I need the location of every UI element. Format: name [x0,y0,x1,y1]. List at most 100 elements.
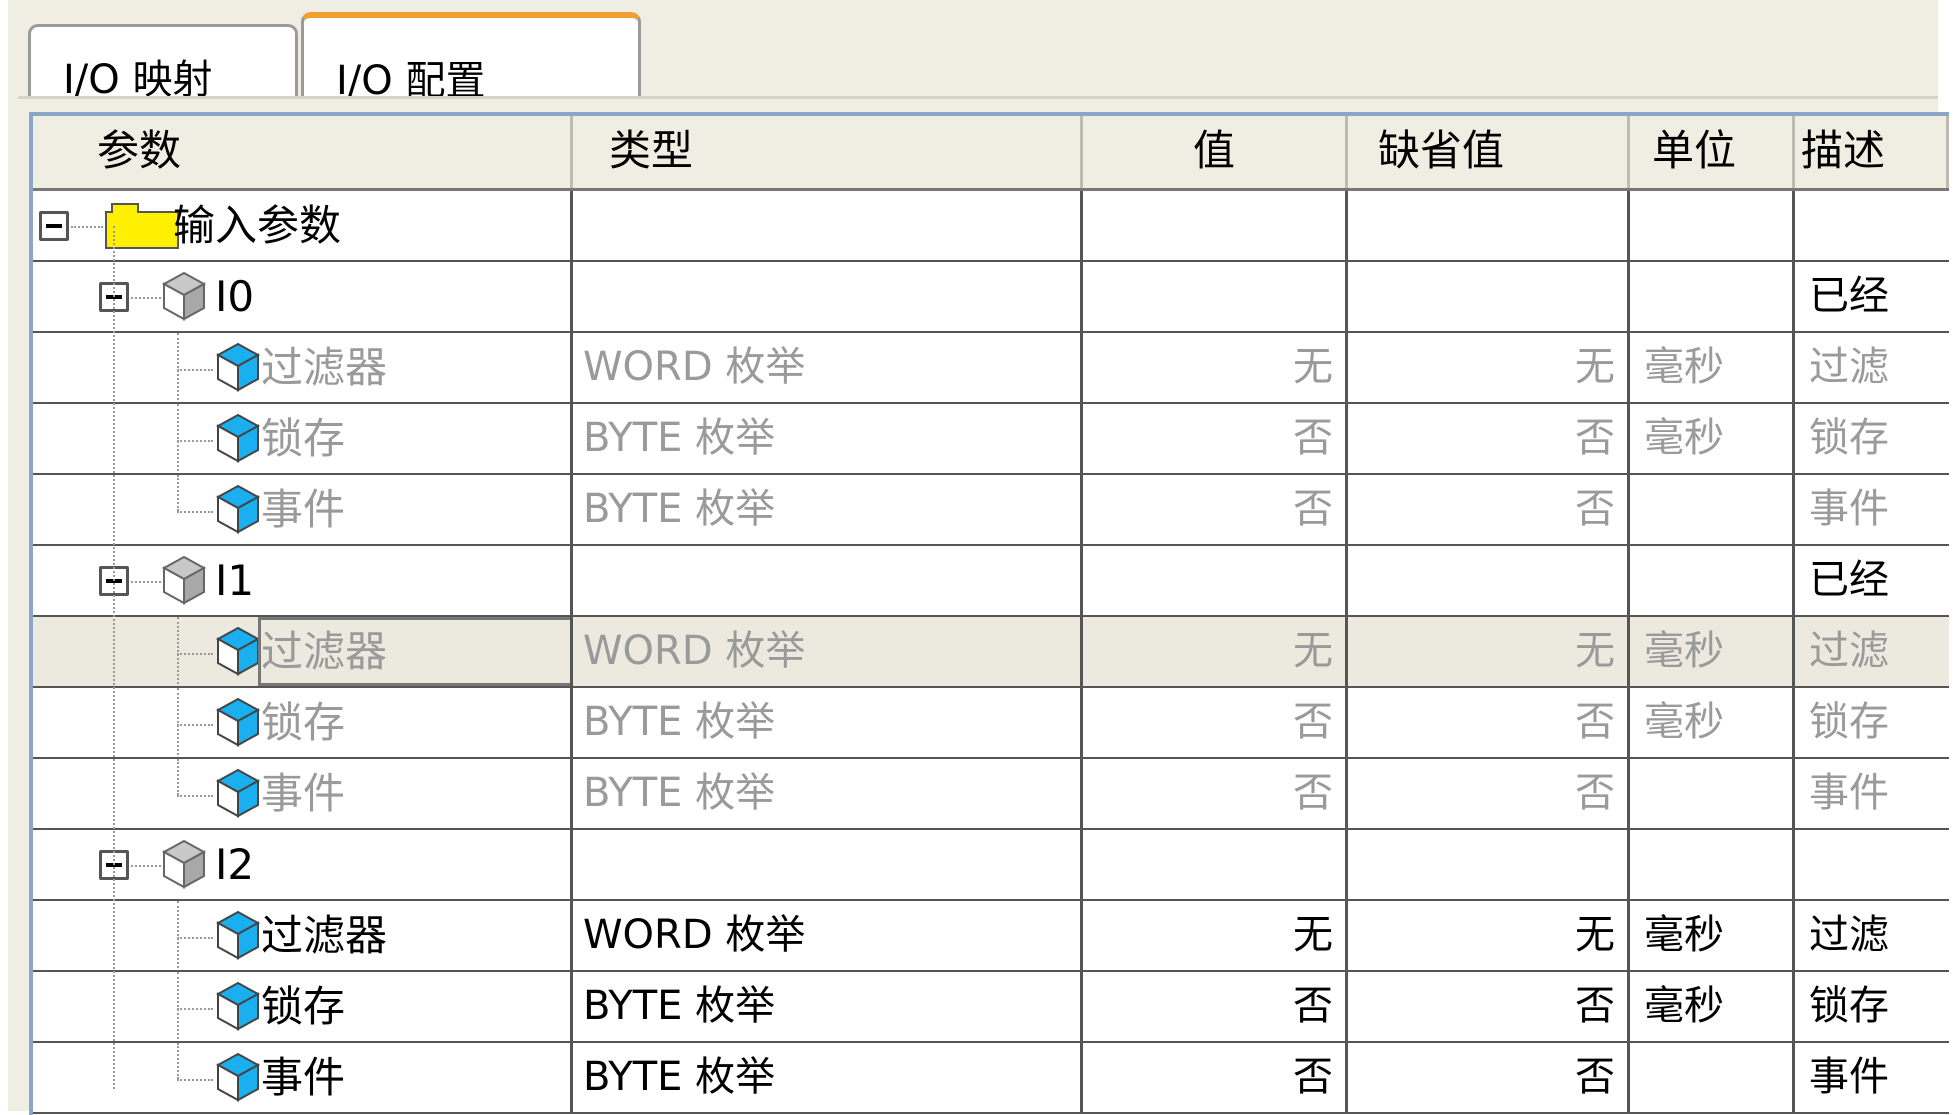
tab-divider [18,96,1938,99]
tree-row-param[interactable]: 锁存 BYTE 枚举否否毫秒 锁存 [33,688,1949,759]
tree-connector [177,1008,213,1010]
blue-cube-icon [215,484,261,534]
tree-row-group[interactable]: I1 已经 [33,546,1949,617]
tree-connector [177,1079,213,1081]
tree-connector [177,333,179,402]
tree-row-param[interactable]: 锁存 BYTE 枚举否否毫秒 锁存 [33,404,1949,475]
column-header-desc[interactable]: 描述 [1795,116,1949,188]
type-cell [573,830,1083,899]
type-cell: BYTE 枚举 [573,759,1083,828]
desc-cell: 过滤 [1809,912,1889,958]
folder-icon [105,203,179,249]
value-cell[interactable]: 无 [1083,333,1348,402]
desc-cell: 事件 [1809,1054,1889,1100]
tree-label-group: I1 [215,556,255,605]
collapse-icon[interactable] [39,211,69,241]
value-cell[interactable]: 否 [1083,1043,1348,1112]
tree-row-param[interactable]: 事件 BYTE 枚举否否事件 [33,475,1949,546]
column-header-default[interactable]: 缺省值 [1348,116,1630,188]
value-cell[interactable]: 否 [1083,972,1348,1041]
default-cell [1348,262,1630,331]
blue-cube-icon [215,910,261,960]
blue-cube-icon [215,697,261,747]
unit-cell: 毫秒 [1630,617,1795,686]
desc-cell: 过滤 [1809,628,1889,674]
value-cell[interactable] [1083,546,1348,615]
default-cell: 否 [1348,404,1630,473]
type-cell: BYTE 枚举 [573,1043,1083,1112]
column-header-unit[interactable]: 单位 [1630,116,1795,188]
value-cell[interactable]: 否 [1083,688,1348,757]
desc-cell [1795,191,1949,260]
gray-cube-icon [161,555,207,605]
unit-cell [1630,262,1795,331]
value-cell[interactable] [1083,830,1348,899]
unit-cell: 毫秒 [1630,901,1795,970]
value-cell[interactable]: 否 [1083,759,1348,828]
tree-row-param[interactable]: 事件 BYTE 枚举否否事件 [33,759,1949,830]
unit-cell: 毫秒 [1630,333,1795,402]
unit-cell [1630,759,1795,828]
tree-row-root[interactable]: 输入参数 [33,191,1949,262]
value-cell[interactable] [1083,262,1348,331]
default-cell: 无 [1348,617,1630,686]
tree-connector [177,688,179,757]
value-cell[interactable]: 无 [1083,901,1348,970]
default-cell [1348,830,1630,899]
tree-connector [177,404,179,473]
default-cell: 无 [1348,901,1630,970]
desc-cell [1795,830,1949,899]
desc-cell: 锁存 [1809,699,1889,745]
parameter-grid: 参数 类型 值 缺省值 单位 描述 输入参数 I0 已经 过滤器 WORD 枚举无无毫秒… [29,112,1949,1115]
tab-io-mapping[interactable]: I/O 映射 [28,24,298,103]
blue-cube-icon [215,413,261,463]
column-header-type[interactable]: 类型 [573,116,1083,188]
blue-cube-icon [215,342,261,392]
default-cell [1348,191,1630,260]
default-cell: 否 [1348,759,1630,828]
unit-cell [1630,191,1795,260]
tree-label-group: I0 [215,272,255,321]
tree-row-param[interactable]: 过滤器 WORD 枚举无无毫秒 过滤 [33,617,1949,688]
desc-cell: 已经 [1809,273,1889,319]
tree-row-param[interactable]: 过滤器 WORD 枚举无无毫秒 过滤 [33,333,1949,404]
tree-row-param[interactable]: 锁存 BYTE 枚举否否毫秒 锁存 [33,972,1949,1043]
type-cell [573,546,1083,615]
type-cell: BYTE 枚举 [573,475,1083,544]
desc-cell: 事件 [1809,486,1889,532]
tree-row-group[interactable]: I0 已经 [33,262,1949,333]
tree-connector [131,297,161,299]
tree-label-param: 锁存 [261,414,346,463]
tree-connector [177,972,179,1041]
value-cell[interactable]: 无 [1083,617,1348,686]
tree-label-param: 过滤器 [261,911,388,960]
tree-row-param[interactable]: 过滤器 WORD 枚举无无毫秒 过滤 [33,901,1949,972]
type-cell: BYTE 枚举 [573,972,1083,1041]
tree-connector [177,617,179,686]
blue-cube-icon [215,981,261,1031]
desc-cell: 锁存 [1809,415,1889,461]
tree-connector [177,759,179,795]
value-cell[interactable]: 否 [1083,404,1348,473]
tree-label-param: 事件 [261,485,346,534]
tree-connector [131,581,161,583]
default-cell: 否 [1348,1043,1630,1112]
tree-row-group[interactable]: I2 [33,830,1949,901]
tree-connector [131,865,161,867]
value-cell[interactable]: 否 [1083,475,1348,544]
tab-io-config[interactable]: I/O 配置 [301,12,641,104]
desc-cell: 锁存 [1809,983,1889,1029]
tree-label-param: 锁存 [261,698,346,747]
tree-connector [177,901,179,970]
column-header-param[interactable]: 参数 [33,116,573,188]
column-header-value[interactable]: 值 [1083,116,1348,188]
default-cell [1348,546,1630,615]
blue-cube-icon [215,768,261,818]
tree-label-param: 事件 [261,769,346,818]
tree-row-param[interactable]: 事件 BYTE 枚举否否事件 [33,1043,1949,1114]
default-cell: 否 [1348,688,1630,757]
unit-cell [1630,546,1795,615]
type-cell: WORD 枚举 [573,333,1083,402]
value-cell[interactable] [1083,191,1348,260]
tree-connector [177,511,213,513]
